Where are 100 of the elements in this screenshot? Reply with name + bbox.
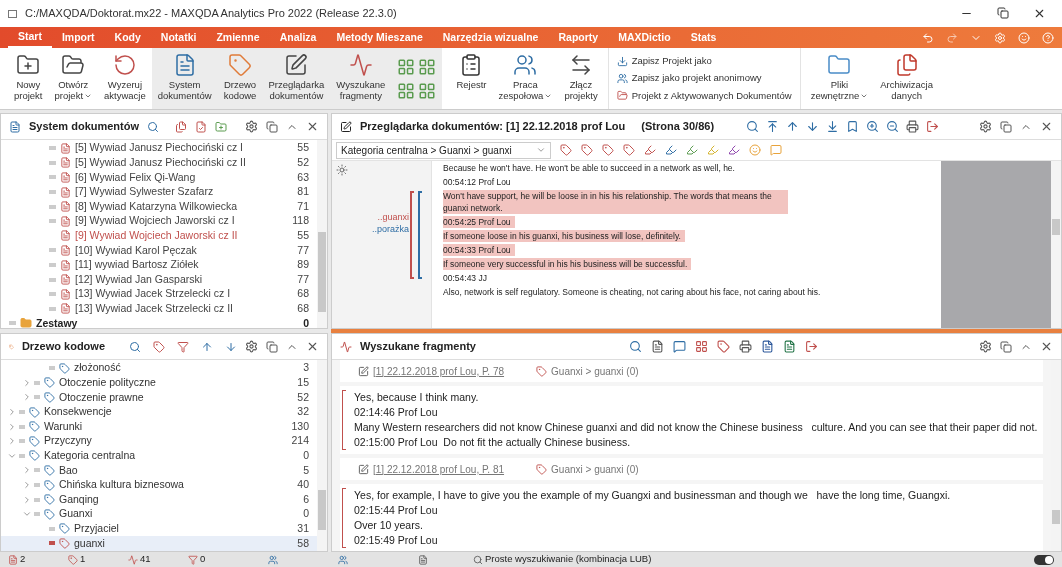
code-row[interactable]: Guanxi 0 [1,506,317,522]
ribbon-menu-item[interactable]: Zapisz jako projekt anonimowy [616,71,792,86]
search-icon[interactable] [746,120,759,133]
filter-icon[interactable] [177,340,189,353]
move-up-icon[interactable] [201,340,213,353]
ribbon-button[interactable]: Archiwizacja danych [874,48,939,109]
code-row[interactable]: Kategoria centralna 0 [1,448,317,464]
menu-tab[interactable]: Kody [104,27,151,48]
code-row[interactable]: Chińska kultura biznesowa 40 [1,477,317,493]
ribbon-button[interactable]: Rejestr [450,48,493,109]
menu-tab[interactable]: Zmienne [206,27,270,48]
highlighter-icon[interactable] [665,144,677,156]
close-icon[interactable] [306,120,319,133]
word-export-icon[interactable] [760,340,774,353]
document-row[interactable]: Zestawy 0 [1,316,317,331]
margin-code-label[interactable]: ..porażka [372,223,410,235]
highlighter-icon[interactable] [686,144,698,156]
expand-icon[interactable] [22,494,32,505]
menu-tab[interactable]: Metody Mieszane [326,27,433,48]
code-row[interactable]: Przyczyny 214 [1,433,317,449]
ribbon-button[interactable]: Wyzeruj aktywacje [98,48,152,109]
ribbon-button[interactable]: Przeglądarka dokumentów [262,48,331,109]
last-icon[interactable] [826,120,839,133]
document-row[interactable]: [11] wywiad Bartosz Ziółek 89 [1,257,317,273]
code-row[interactable]: Bao 5 [1,463,317,478]
menu-tab[interactable]: Analiza [269,27,327,48]
undock-icon[interactable] [266,340,278,353]
close-icon[interactable] [1033,7,1046,20]
print-icon[interactable] [738,340,752,353]
code-row[interactable]: guanxi 58 [1,536,317,551]
ribbon-button[interactable]: Wyszukane fragmenty [330,48,392,109]
search-icon[interactable] [628,340,642,353]
close-icon[interactable] [1040,340,1053,353]
document-row[interactable]: [13] Wywiad Jacek Strzelecki cz II 68 [1,301,317,317]
zoom-out-icon[interactable] [886,120,899,133]
menu-tab[interactable]: Notatki [150,27,207,48]
code-tool-icon[interactable] [581,144,593,156]
expand-icon[interactable] [7,421,17,432]
code-tool-icon[interactable] [602,144,614,156]
code-tool-icon[interactable] [153,340,165,353]
menu-tab[interactable]: Import [51,27,105,48]
search-icon[interactable] [147,120,160,133]
undock-icon[interactable] [1000,120,1012,133]
coding-bracket[interactable] [418,191,422,279]
code-row[interactable]: Przyjaciel 31 [1,521,317,537]
layout-icon[interactable] [418,82,437,100]
layout-icon[interactable] [397,58,416,76]
ribbon-button[interactable]: Praca zespołowa [492,48,559,109]
ribbon-menu-item[interactable]: Zapisz Projekt jako [616,54,792,69]
ribbon-button[interactable]: Złącz projekty [558,48,604,109]
document-view-icon[interactable] [650,340,664,353]
export-icon[interactable] [804,340,818,353]
source-link[interactable]: [1] 22.12.2018 prof Lou, P. 81 [373,461,505,477]
next-icon[interactable] [806,120,819,133]
code-tool-icon[interactable] [716,340,730,353]
document-row[interactable]: [7] Wywiad Sylwester Szafarz 81 [1,184,317,200]
print-icon[interactable] [906,120,919,133]
margin-code-label[interactable]: ..guanxi [377,211,410,223]
filter-icon[interactable] [195,120,208,133]
first-icon[interactable] [766,120,779,133]
expand-icon[interactable] [22,377,32,388]
smiley-icon[interactable] [1018,31,1030,44]
expand-icon[interactable] [22,392,32,403]
ribbon-button[interactable]: Otwórz projekt [48,48,99,109]
source-link[interactable]: [1] 22.12.2018 prof Lou, P. 78 [373,363,505,379]
document-row[interactable]: [5] Wywiad Janusz Piechociński cz II 52 [1,155,317,171]
code-row[interactable]: Konsekwencje 32 [1,404,317,420]
close-icon[interactable] [1040,120,1053,133]
scrollbar-thumb[interactable] [318,490,326,530]
ribbon-button[interactable]: Drzewo kodowe [217,48,263,109]
highlighter-icon[interactable] [644,144,656,156]
ribbon-button[interactable]: Nowy projekt [8,48,49,109]
zoom-in-icon[interactable] [866,120,879,133]
code-row[interactable]: Otoczenie polityczne 15 [1,375,317,391]
search-icon[interactable] [129,340,141,353]
export-icon[interactable] [926,120,939,133]
undo-icon[interactable] [922,31,934,44]
code-tool-icon[interactable] [560,144,572,156]
excel-export-icon[interactable] [782,340,796,353]
code-row[interactable]: złożoność 3 [1,361,317,376]
previous-icon[interactable] [786,120,799,133]
expand-icon[interactable] [22,465,32,476]
document-row[interactable]: [9] Wywiad Wojciech Jaworski cz II 55 [1,228,317,244]
document-row[interactable]: [8] Wywiad Katarzyna Wilkowiecka 71 [1,199,317,214]
code-selector[interactable]: Kategoria centralna > Guanxi > guanxi [336,141,551,159]
table-icon[interactable] [694,340,708,353]
close-icon[interactable] [306,340,319,353]
ribbon-button[interactable]: System dokumentów [151,48,218,109]
scrollbar-thumb[interactable] [1052,510,1060,524]
document-row[interactable]: [12] Wywiad Jan Gasparski 77 [1,272,317,287]
documents-icon[interactable] [175,120,188,133]
ribbon-button[interactable]: Pliki zewnętrzne [804,48,875,109]
document-row[interactable]: [10] Wywiad Karol Pęczak 77 [1,243,317,258]
expand-icon[interactable] [22,480,32,491]
bookmark-icon[interactable] [846,120,859,133]
restore-icon[interactable] [997,7,1009,19]
document-row[interactable]: [9] Wywiad Wojciech Jaworski cz I 118 [1,213,317,229]
undock-icon[interactable] [1000,340,1012,353]
expand-icon[interactable] [7,436,17,447]
coding-bracket[interactable] [410,191,414,279]
